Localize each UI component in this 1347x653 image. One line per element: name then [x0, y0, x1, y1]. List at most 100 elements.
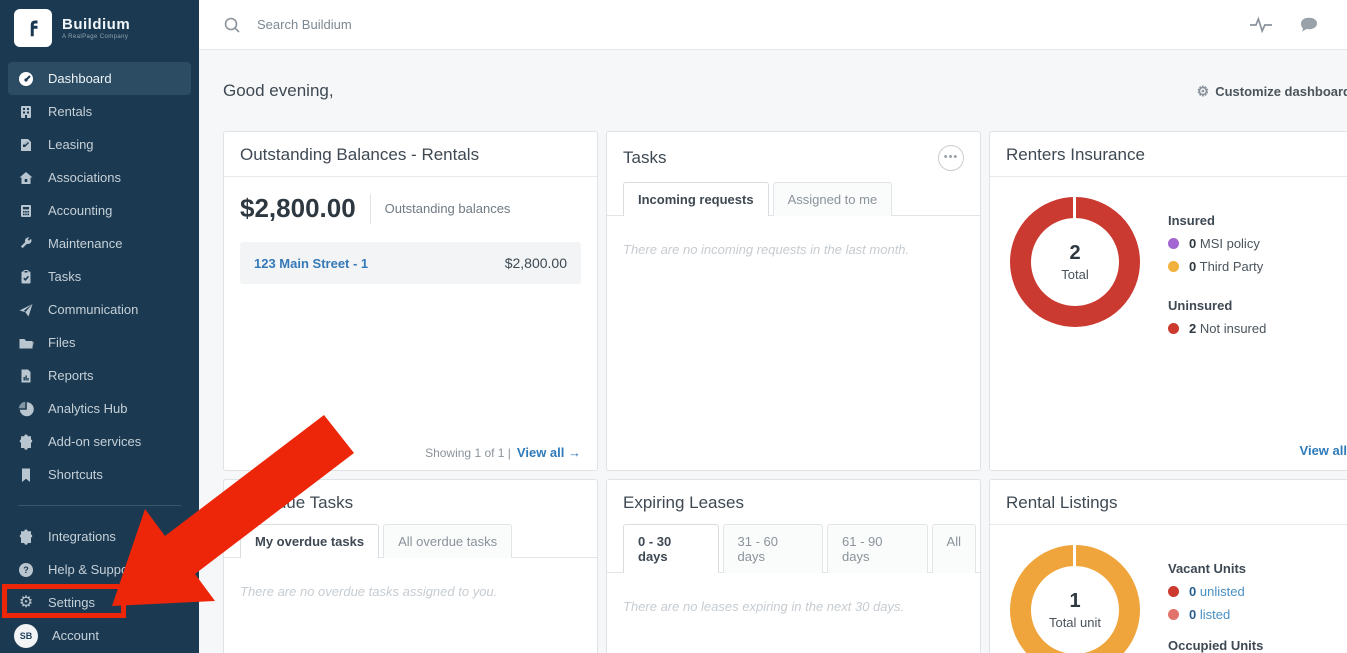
legend-item-msi-policy: 0 MSI policy [1168, 236, 1266, 251]
calculator-icon [18, 203, 34, 219]
sidebar-item-label: Accounting [48, 203, 112, 218]
donut-total-value: 1 [1069, 590, 1080, 613]
tab-31-60-days[interactable]: 31 - 60 days [723, 524, 824, 573]
legend-group-header: Vacant Units [1168, 561, 1263, 576]
clipboard-check-icon [18, 269, 34, 285]
empty-state-text: There are no leases expiring in the next… [607, 573, 980, 640]
tab-incoming-requests[interactable]: Incoming requests [623, 182, 769, 216]
sidebar: Buildium A RealPage Company Dashboard Re… [0, 0, 199, 653]
donut-total-label: Total unit [1049, 615, 1101, 630]
donut-total-label: Total [1061, 267, 1088, 282]
legend-item-vacant-listed: 0 listed [1168, 607, 1263, 622]
customize-dashboard-button[interactable]: ⚙ Customize dashboard [1197, 84, 1347, 99]
topbar-icons [1249, 16, 1319, 34]
sidebar-item-label: Tasks [48, 269, 81, 284]
puzzle-icon [18, 529, 34, 545]
purple-dot-icon [1168, 238, 1179, 249]
legend-group-header: Insured [1168, 213, 1266, 228]
sidebar-item-label: Analytics Hub [48, 401, 127, 416]
sidebar-item-accounting[interactable]: Accounting [8, 194, 191, 227]
sidebar-item-addon-services[interactable]: Add-on services [8, 425, 191, 458]
outstanding-amount: $2,800.00 [240, 193, 356, 224]
sidebar-item-shortcuts[interactable]: Shortcuts [8, 458, 191, 491]
sidebar-item-dashboard[interactable]: Dashboard [8, 62, 191, 95]
buildium-dashboard-app: Buildium A RealPage Company Dashboard Re… [0, 0, 1347, 653]
sidebar-item-analytics-hub[interactable]: Analytics Hub [8, 392, 191, 425]
sidebar-item-maintenance[interactable]: Maintenance [8, 227, 191, 260]
gear-icon: ⚙ [1197, 84, 1210, 98]
gear-icon: ⚙ [18, 595, 34, 611]
card-title: Rental Listings [1006, 493, 1118, 513]
card-title: Expiring Leases [623, 493, 744, 513]
search-icon [223, 16, 241, 34]
table-row: 123 Main Street - 1 $2,800.00 [240, 242, 581, 284]
topbar [199, 0, 1347, 50]
card-title: Overdue Tasks [240, 493, 353, 513]
sidebar-item-account[interactable]: SB Account [8, 619, 191, 652]
view-all-link[interactable]: View all [1300, 443, 1347, 458]
sidebar-divider [18, 505, 181, 506]
speedometer-icon [18, 71, 34, 87]
card-title: Renters Insurance [1006, 145, 1145, 165]
sidebar-item-label: Settings [48, 595, 95, 610]
sidebar-item-label: Maintenance [48, 236, 122, 251]
sidebar-item-rentals[interactable]: Rentals [8, 95, 191, 128]
lease-signing-icon [18, 137, 34, 153]
card-renters-insurance: Renters Insurance 2 Total Insured [989, 131, 1347, 471]
empty-state-text: There are no overdue tasks assigned to y… [224, 558, 597, 625]
rental-listings-legend: Vacant Units 0 unlisted 0 listed Occupie… [1168, 545, 1263, 653]
expiring-tabs: 0 - 30 days 31 - 60 days 61 - 90 days Al… [607, 523, 980, 573]
sidebar-item-help-support[interactable]: ? Help & Support [8, 553, 191, 586]
sidebar-item-label: Rentals [48, 104, 92, 119]
sidebar-item-integrations[interactable]: Integrations [8, 520, 191, 553]
sidebar-item-reports[interactable]: Reports [8, 359, 191, 392]
property-balance: $2,800.00 [505, 255, 567, 271]
donut-total-value: 2 [1069, 242, 1080, 265]
pie-chart-icon [18, 401, 34, 417]
legend-item-vacant-unlisted: 0 unlisted [1168, 584, 1263, 599]
activity-pulse-icon[interactable] [1249, 16, 1273, 34]
house-icon [18, 170, 34, 186]
chat-bubble-icon[interactable] [1299, 16, 1319, 34]
empty-state-text: There are no incoming requests in the la… [607, 216, 980, 283]
sidebar-item-communication[interactable]: Communication [8, 293, 191, 326]
tab-assigned-to-me[interactable]: Assigned to me [773, 182, 893, 216]
outstanding-amount-label: Outstanding balances [385, 201, 511, 216]
red-dot-icon [1168, 323, 1179, 334]
sidebar-nav: Dashboard Rentals Leasing Associations A… [0, 56, 199, 652]
tab-my-overdue-tasks[interactable]: My overdue tasks [240, 524, 379, 558]
tab-all[interactable]: All [932, 524, 976, 573]
sidebar-item-label: Add-on services [48, 434, 141, 449]
svg-text:?: ? [23, 565, 29, 575]
red-dot-icon [1168, 586, 1179, 597]
sidebar-item-label: Integrations [48, 529, 116, 544]
amber-dot-icon [1168, 261, 1179, 272]
view-all-link[interactable]: View all → [517, 445, 581, 460]
sidebar-item-label: Reports [48, 368, 94, 383]
sidebar-item-associations[interactable]: Associations [8, 161, 191, 194]
question-circle-icon: ? [18, 562, 34, 578]
sidebar-item-label: Shortcuts [48, 467, 103, 482]
sidebar-item-label: Files [48, 335, 75, 350]
legend-group-header: Uninsured [1168, 298, 1266, 313]
property-link[interactable]: 123 Main Street - 1 [254, 256, 368, 271]
sidebar-item-tasks[interactable]: Tasks [8, 260, 191, 293]
tab-61-90-days[interactable]: 61 - 90 days [827, 524, 928, 573]
sidebar-item-label: Leasing [48, 137, 94, 152]
sidebar-item-settings[interactable]: ⚙ Settings [8, 586, 191, 619]
renters-insurance-donut-chart: 2 Total [1010, 197, 1140, 327]
card-title: Outstanding Balances - Rentals [240, 145, 479, 165]
brand-logo[interactable]: Buildium A RealPage Company [0, 0, 199, 56]
sidebar-item-files[interactable]: Files [8, 326, 191, 359]
divider [370, 194, 371, 224]
wrench-icon [18, 236, 34, 252]
tab-all-overdue-tasks[interactable]: All overdue tasks [383, 524, 512, 558]
brand-tagline: A RealPage Company [62, 34, 130, 40]
ellipsis-circle-icon[interactable]: ••• [938, 145, 964, 171]
search-input[interactable] [257, 17, 657, 32]
sidebar-item-leasing[interactable]: Leasing [8, 128, 191, 161]
main-content: Good evening, ⚙ Customize dashboard Outs… [199, 51, 1347, 653]
light-red-dot-icon [1168, 609, 1179, 620]
sidebar-item-label: Dashboard [48, 71, 112, 86]
tab-0-30-days[interactable]: 0 - 30 days [623, 524, 719, 573]
